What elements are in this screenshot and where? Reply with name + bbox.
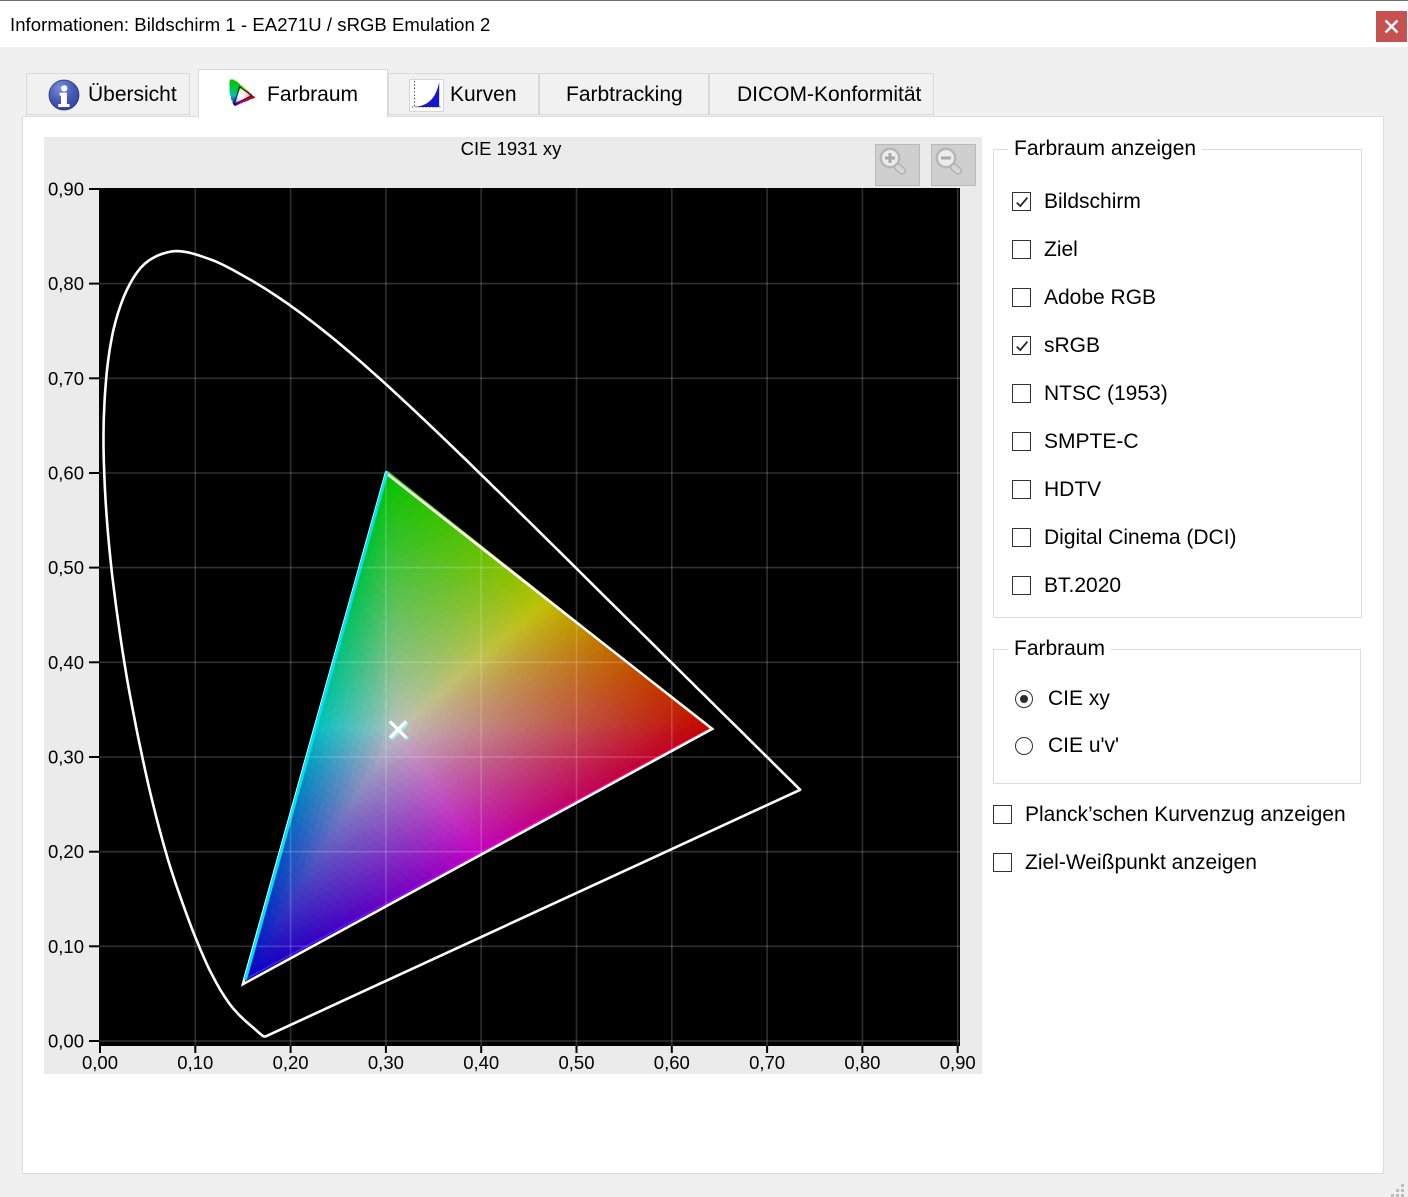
svg-text:0,90: 0,90: [940, 1052, 976, 1073]
svg-text:0,60: 0,60: [48, 463, 84, 484]
svg-text:0,00: 0,00: [48, 1031, 84, 1052]
svg-text:0,20: 0,20: [273, 1052, 309, 1073]
svg-text:0,30: 0,30: [368, 1052, 404, 1073]
svg-text:0,20: 0,20: [48, 841, 84, 862]
svg-text:0,10: 0,10: [48, 936, 84, 957]
svg-text:CIE 1931 xy: CIE 1931 xy: [461, 138, 563, 159]
svg-text:0,40: 0,40: [463, 1052, 499, 1073]
svg-text:0,10: 0,10: [177, 1052, 213, 1073]
svg-text:0,80: 0,80: [48, 273, 84, 294]
svg-text:0,70: 0,70: [48, 368, 84, 389]
svg-text:0,50: 0,50: [48, 557, 84, 578]
svg-text:0,40: 0,40: [48, 652, 84, 673]
svg-text:0,30: 0,30: [48, 747, 84, 768]
svg-text:0,90: 0,90: [48, 179, 84, 200]
svg-text:0,70: 0,70: [749, 1052, 785, 1073]
svg-text:0,60: 0,60: [654, 1052, 690, 1073]
svg-text:0,50: 0,50: [558, 1052, 594, 1073]
svg-text:0,00: 0,00: [82, 1052, 118, 1073]
svg-text:0,80: 0,80: [844, 1052, 880, 1073]
